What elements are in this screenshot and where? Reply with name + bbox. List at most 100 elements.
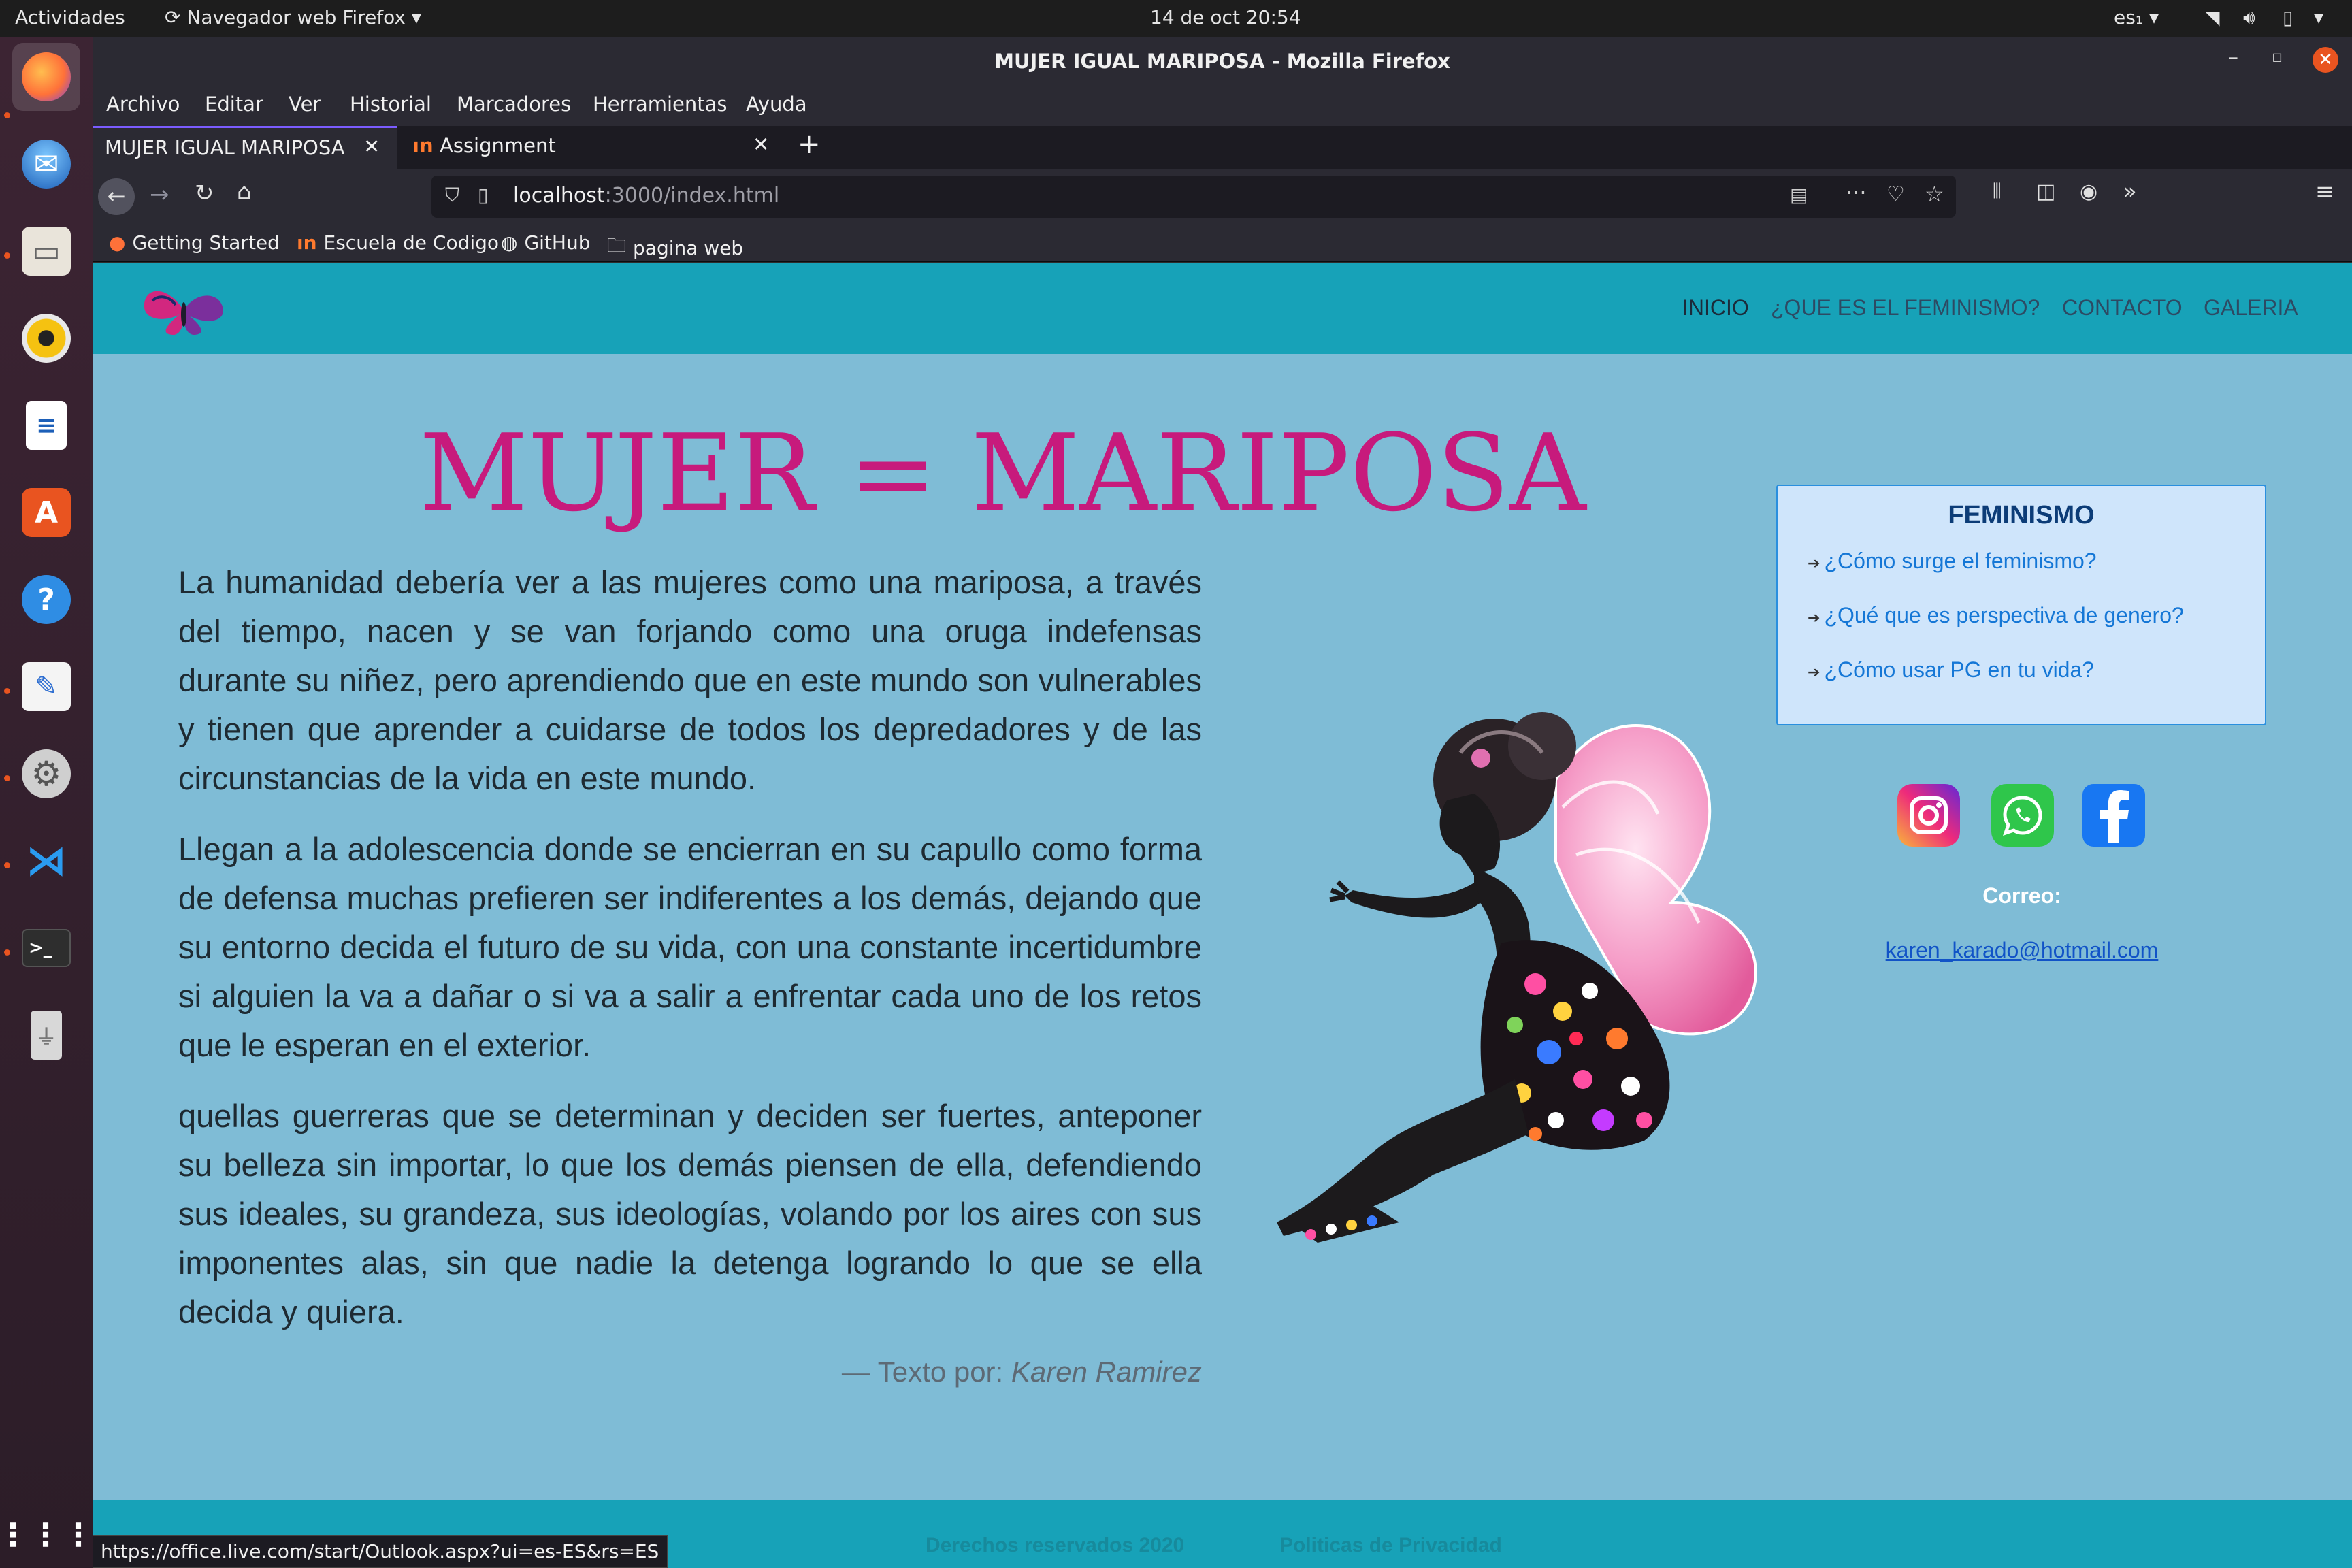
menu-herramientas[interactable]: Herramientas <box>593 93 728 116</box>
dock-help[interactable]: ? <box>12 566 80 634</box>
url-bar[interactable]: ⛉ ▯ localhost:3000/index.html ▤ ··· ♡ ☆ <box>431 176 1956 218</box>
paragraph-1: La humanidad debería ver a las mujeres c… <box>178 564 1202 796</box>
status-bar-url: https://office.live.com/start/Outlook.as… <box>93 1535 668 1568</box>
link-como-usar-pg[interactable]: ➔ ¿Cómo usar PG en tu vida? <box>1808 657 2094 683</box>
app-menu[interactable]: ⟳ Navegador web Firefox ▾ <box>165 6 421 29</box>
close-tab-icon[interactable]: ✕ <box>363 135 380 158</box>
document-icon: ≡ <box>26 401 67 450</box>
dock-vscode[interactable]: ⋊ <box>12 827 80 895</box>
instagram-icon[interactable] <box>1897 784 1960 847</box>
bookmark-escuela-de-codigo[interactable]: ın Escuela de Codigo <box>297 231 499 254</box>
tab-assignment[interactable]: ın Assignment ✕ <box>399 126 785 169</box>
store-icon: A <box>22 488 71 537</box>
more-actions-icon[interactable]: ··· <box>1846 180 1867 206</box>
dock-writer[interactable]: ≡ <box>12 391 80 459</box>
close-window-button[interactable]: ✕ <box>2313 47 2338 73</box>
whatsapp-icon[interactable] <box>1991 784 2054 847</box>
volume-icon[interactable]: 🔊︎ <box>2243 6 2255 29</box>
pocket-icon[interactable]: ♡ <box>1886 182 1905 206</box>
butterfly-logo-icon[interactable] <box>139 280 229 338</box>
page-title: MUJER = MARIPOSA <box>419 411 1586 535</box>
dock-terminal[interactable]: >_ <box>12 914 80 982</box>
github-icon: ◍ <box>501 231 518 254</box>
dock-usb-drive[interactable]: ⏚ <box>12 1001 80 1069</box>
window-title: MUJER IGUAL MARIPOSA - Mozilla Firefox <box>994 50 1450 73</box>
pencil-icon: ✎ <box>22 662 71 711</box>
running-indicator <box>4 775 10 781</box>
running-indicator <box>4 949 10 956</box>
dock-firefox[interactable] <box>12 43 80 111</box>
menu-ver[interactable]: Ver <box>289 93 321 116</box>
menu-bar: Archivo Editar Ver Historial Marcadores … <box>93 83 2352 126</box>
tab-bar: MUJER IGUAL MARIPOSA ✕ ın Assignment ✕ + <box>93 126 2352 169</box>
nav-inicio[interactable]: INICIO <box>1682 295 1749 321</box>
dock-rhythmbox[interactable] <box>12 304 80 372</box>
tab-mujer-igual-mariposa[interactable]: MUJER IGUAL MARIPOSA ✕ <box>93 126 397 169</box>
bookmark-github[interactable]: ◍ GitHub <box>501 231 590 254</box>
folder-icon: 🗀 <box>607 234 627 257</box>
menu-archivo[interactable]: Archivo <box>106 93 180 116</box>
chevron-down-icon: ▾ <box>406 6 421 29</box>
link-perspectiva-de-genero[interactable]: ➔ ¿Qué que es perspectiva de genero? <box>1808 603 2184 628</box>
vscode-icon: ⋊ <box>26 837 67 885</box>
paragraph-3: quellas guerreras que se determinan y de… <box>178 1098 1202 1330</box>
bookmarks-toolbar: ● Getting Started ın Escuela de Codigo ◍ Gi… <box>93 225 2352 262</box>
overflow-chevron-icon[interactable]: » <box>2123 178 2137 204</box>
reload-icon[interactable]: ↻ <box>195 180 214 207</box>
nav-que-es-el-feminismo[interactable]: ¿QUE ES EL FEMINISMO? <box>1771 295 2040 321</box>
dock-thunderbird[interactable]: ✉ <box>12 130 80 198</box>
minimize-button[interactable]: – <box>2228 46 2238 69</box>
bookmark-pagina-web[interactable]: 🗀 pagina web <box>607 231 743 264</box>
battery-icon[interactable]: ▯ <box>2283 6 2293 29</box>
clock[interactable]: 14 de oct 20:54 <box>1150 6 1301 29</box>
bookmark-getting-started[interactable]: ● Getting Started <box>109 231 280 254</box>
page-info-icon[interactable]: ▯ <box>478 184 488 206</box>
link-como-surge-el-feminismo[interactable]: ➔ ¿Cómo surge el feminismo? <box>1808 549 2097 574</box>
menu-editar[interactable]: Editar <box>205 93 263 116</box>
bookmark-star-icon[interactable]: ☆ <box>1925 181 1944 207</box>
running-indicator <box>4 862 10 868</box>
footer-copyright: Derechos reservados 2020 <box>926 1534 1185 1556</box>
fairy-illustration <box>1277 712 1757 1243</box>
dock-settings[interactable]: ⚙ <box>12 740 80 808</box>
paragraph-2: Llegan a la adolescencia donde se encier… <box>178 831 1202 1063</box>
nav-galeria[interactable]: GALERIA <box>2204 295 2298 321</box>
nav-contacto[interactable]: CONTACTO <box>2062 295 2183 321</box>
menu-ayuda[interactable]: Ayuda <box>746 93 807 116</box>
dock-files[interactable]: ▭ <box>12 217 80 285</box>
menu-historial[interactable]: Historial <box>350 93 431 116</box>
library-icon[interactable]: ⫴ <box>1993 180 2002 203</box>
dock-text-editor[interactable]: ✎ <box>12 653 80 721</box>
home-icon[interactable]: ⌂ <box>237 178 252 206</box>
back-arrow-icon[interactable]: ← <box>98 178 135 215</box>
running-indicator <box>4 688 10 694</box>
firefox-icon <box>22 52 71 101</box>
music-icon <box>22 314 71 363</box>
gear-icon: ⚙ <box>22 749 71 798</box>
input-language[interactable]: es₁ ▾ <box>2114 6 2159 29</box>
url-text[interactable]: localhost:3000/index.html <box>513 184 779 208</box>
account-icon[interactable]: ◉ <box>2080 180 2097 203</box>
footer-privacy-link[interactable]: Politicas de Privacidad <box>1279 1534 1502 1557</box>
menu-marcadores[interactable]: Marcadores <box>457 93 571 116</box>
close-tab-icon[interactable]: ✕ <box>753 133 769 156</box>
show-applications-button[interactable]: ⋮⋮⋮ <box>0 1501 95 1568</box>
forward-arrow-icon[interactable]: → <box>150 181 169 208</box>
restore-button[interactable]: ▫ <box>2272 47 2283 66</box>
hamburger-menu-icon[interactable]: ≡ <box>2315 178 2335 206</box>
sidebar-toggle-icon[interactable]: ◫ <box>2036 180 2055 203</box>
chevron-down-icon[interactable]: ▾ <box>2314 6 2323 29</box>
facebook-icon[interactable] <box>2082 784 2145 847</box>
grid-icon: ⋮⋮⋮ <box>0 1516 95 1553</box>
feminismo-sidebar: FEMINISMO ➔ ¿Cómo surge el feminismo? ➔ ¿Q… <box>1776 485 2266 725</box>
activities-button[interactable]: Actividades <box>15 6 125 29</box>
usb-drive-icon: ⏚ <box>31 1011 62 1060</box>
folder-icon: ▭ <box>22 227 71 276</box>
dock-software[interactable]: A <box>12 478 80 546</box>
chevron-down-icon: ▾ <box>2143 6 2159 29</box>
reader-view-icon[interactable]: ▤ <box>1790 184 1808 206</box>
wifi-icon[interactable]: ◥ <box>2205 6 2220 29</box>
shield-icon[interactable]: ⛉ <box>445 184 459 207</box>
email-link[interactable]: karen_karado@hotmail.com <box>1828 938 2216 963</box>
new-tab-button[interactable]: + <box>798 129 821 172</box>
